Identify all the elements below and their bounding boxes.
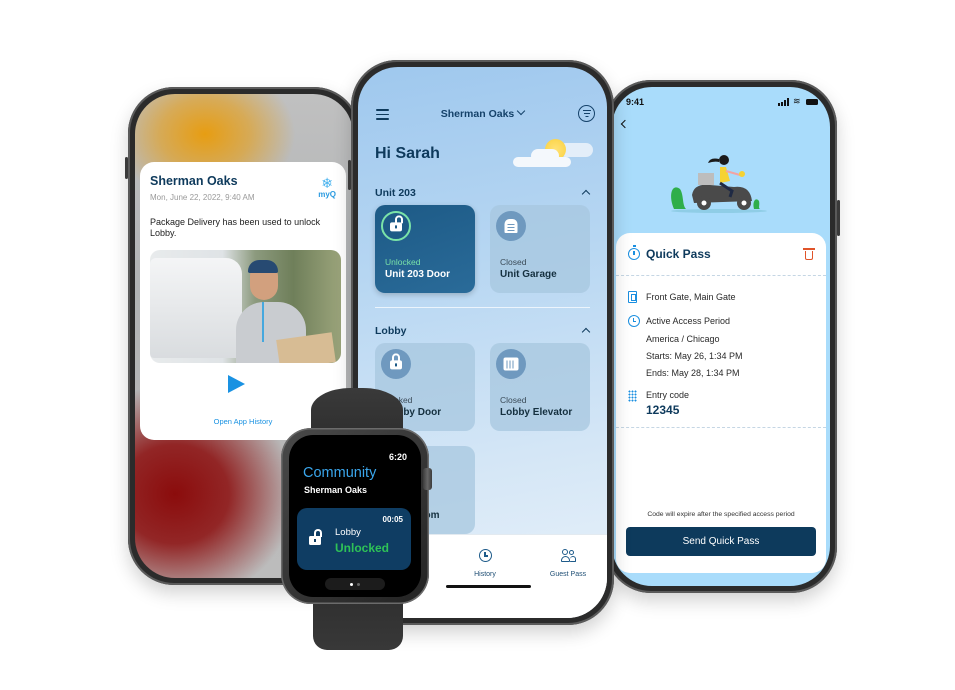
- page-dot: [357, 582, 360, 586]
- section-unit-203: Unit 203: [375, 187, 416, 199]
- unlocked-icon: [309, 529, 322, 545]
- gate-icon: [628, 291, 637, 303]
- nav-history[interactable]: History: [450, 549, 520, 578]
- lock-icon: [381, 349, 411, 379]
- quick-pass-title: Quick Pass: [646, 247, 711, 261]
- delete-button[interactable]: [803, 248, 815, 260]
- greeting: Hi Sarah: [375, 145, 440, 162]
- divider: [616, 275, 826, 276]
- home-indicator: [446, 585, 531, 588]
- starts-value: Starts: May 26, 1:34 PM: [646, 351, 743, 361]
- quick-pass-card: Quick Pass Front Gate, Main Gate Active …: [616, 233, 826, 573]
- device-tile-unit-203-door[interactable]: Unlocked Unit 203 Door: [375, 205, 475, 293]
- timezone-value: America / Chicago: [646, 334, 720, 344]
- status-icons: ≋: [778, 96, 818, 106]
- clock-icon: [478, 549, 492, 562]
- filter-icon[interactable]: [578, 105, 595, 122]
- nav-label: History: [474, 571, 496, 578]
- chevron-up-icon[interactable]: [581, 189, 591, 199]
- entry-code-value: 12345: [646, 403, 680, 417]
- battery-icon: [806, 99, 818, 105]
- device-status: Closed: [500, 257, 527, 267]
- smartwatch: 6:20 Community Sherman Oaks 00:05 Lobby …: [279, 388, 436, 653]
- trash-icon: [803, 248, 815, 250]
- quick-pass-screen: 9:41 ≋ Quick Pass Front Gate, Main Gate …: [612, 87, 830, 586]
- play-icon[interactable]: [228, 375, 245, 393]
- access-period-label: Active Access Period: [646, 316, 731, 326]
- watch-case: 6:20 Community Sherman Oaks 00:05 Lobby …: [281, 428, 429, 604]
- right-phone: 9:41 ≋ Quick Pass Front Gate, Main Gate …: [605, 80, 840, 593]
- snowflake-icon: ❄: [321, 175, 333, 191]
- nav-guest-pass[interactable]: Guest Pass: [533, 549, 603, 578]
- device-status: Closed: [500, 395, 527, 405]
- section-divider: [375, 307, 590, 308]
- expiry-note: Code will expire after the specified acc…: [647, 511, 795, 518]
- partly-cloudy-icon: [513, 135, 598, 175]
- entry-code-label: Entry code: [646, 390, 690, 400]
- page-indicator[interactable]: [325, 578, 385, 590]
- mute-switch: [125, 157, 128, 179]
- device-tile-lobby-elevator[interactable]: Closed Lobby Elevator: [490, 343, 590, 431]
- brand-name: myQ: [318, 190, 336, 199]
- back-button[interactable]: [620, 119, 630, 129]
- section-lobby: Lobby: [375, 325, 407, 337]
- volume-button: [348, 160, 351, 190]
- watch-time: 6:20: [388, 452, 407, 462]
- clock-icon: [628, 315, 640, 327]
- van-shape: [150, 258, 242, 358]
- location-name: Sherman Oaks: [440, 108, 515, 120]
- delivery-photo[interactable]: [150, 250, 341, 363]
- power-button: [837, 200, 840, 236]
- device-name: Lobby Elevator: [500, 407, 573, 418]
- garage-icon: [496, 211, 526, 241]
- nav-label: Guest Pass: [549, 571, 587, 578]
- gates-value: Front Gate, Main Gate: [646, 292, 736, 302]
- send-quick-pass-button[interactable]: Send Quick Pass: [626, 527, 816, 556]
- notification-title: Sherman Oaks: [150, 174, 238, 188]
- watch-door-state: Unlocked: [335, 541, 390, 555]
- watch-timer: 00:05: [382, 515, 403, 524]
- ends-value: Ends: May 28, 1:34 PM: [646, 368, 740, 378]
- watch-door-name: Lobby: [335, 527, 361, 538]
- watch-screen: 6:20 Community Sherman Oaks 00:05 Lobby …: [289, 435, 421, 597]
- chevron-up-icon[interactable]: [581, 327, 591, 337]
- digital-crown[interactable]: [423, 468, 432, 490]
- watch-lobby-card[interactable]: 00:05 Lobby Unlocked: [297, 508, 411, 570]
- device-name: Unit Garage: [500, 269, 557, 280]
- device-name: Unit 203 Door: [385, 269, 451, 280]
- scooter-rider-illustration: [671, 155, 767, 213]
- notification-date: Mon, June 22, 2022, 9:40 AM: [150, 193, 255, 202]
- top-bar: Sherman Oaks: [358, 103, 607, 127]
- person-lanyard: [262, 302, 264, 342]
- watch-subtitle: Sherman Oaks: [304, 485, 368, 495]
- page-dot-active: [350, 582, 353, 586]
- device-tile-unit-garage[interactable]: Closed Unit Garage: [490, 205, 590, 293]
- divider: [616, 427, 826, 428]
- wifi-icon: ≋: [793, 96, 801, 106]
- location-selector[interactable]: Sherman Oaks: [358, 106, 607, 120]
- unlocked-icon: [381, 211, 411, 241]
- watch-title: Community: [303, 465, 377, 481]
- device-status: Unlocked: [385, 257, 421, 267]
- elevator-icon: [496, 349, 526, 379]
- chevron-down-icon: [517, 106, 526, 116]
- keypad-icon: [628, 390, 637, 402]
- person-cap: [248, 260, 278, 273]
- status-time: 9:41: [626, 97, 645, 107]
- notification-body: Package Delivery has been used to unlock…: [150, 217, 321, 238]
- myq-logo: ❄ myQ: [318, 176, 336, 199]
- people-icon: [560, 549, 576, 562]
